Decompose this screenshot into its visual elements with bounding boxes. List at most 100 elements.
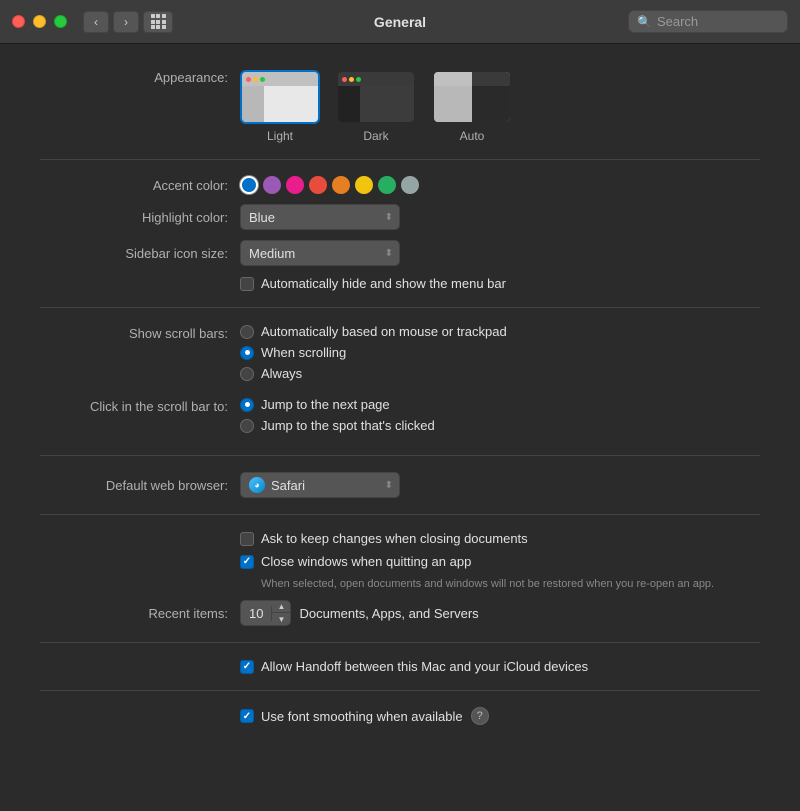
default-browser-label: Default web browser: [40, 478, 240, 493]
close-button[interactable] [12, 15, 25, 28]
ask-keep-changes-text: Ask to keep changes when closing documen… [261, 531, 528, 546]
default-browser-value: Safari [271, 478, 305, 493]
close-windows-checkbox[interactable] [240, 555, 254, 569]
search-input[interactable] [657, 14, 779, 29]
click-scroll-bar-row: Click in the scroll bar to: Jump to the … [40, 397, 760, 439]
nav-buttons: ‹ › [83, 11, 139, 33]
scroll-auto-label: Automatically based on mouse or trackpad [261, 324, 507, 339]
accent-orange[interactable] [332, 176, 350, 194]
scroll-auto-radio[interactable] [240, 325, 254, 339]
maximize-button[interactable] [54, 15, 67, 28]
main-content: Appearance: [0, 44, 800, 811]
help-button[interactable]: ? [471, 707, 489, 725]
appearance-options: Light Dark [240, 70, 512, 143]
menu-bar-row: Automatically hide and show the menu bar [40, 276, 760, 291]
grid-button[interactable] [143, 11, 173, 33]
accent-purple[interactable] [263, 176, 281, 194]
appearance-label-light: Light [267, 129, 293, 143]
scroll-always-label: Always [261, 366, 302, 381]
handoff-checkbox[interactable] [240, 660, 254, 674]
ask-keep-changes-checkbox[interactable] [240, 532, 254, 546]
divider-4 [40, 514, 760, 515]
font-smoothing-row: Use font smoothing when available ? [240, 707, 760, 725]
click-spot-radio[interactable] [240, 419, 254, 433]
scroll-always-row: Always [240, 366, 507, 381]
accent-color-row: Accent color: [40, 176, 760, 194]
click-next-page-radio[interactable] [240, 398, 254, 412]
highlight-color-content: Blue ⬍ [240, 204, 760, 230]
sidebar-icon-size-value: Medium [249, 246, 295, 261]
default-browser-row: Default web browser: ◕ Safari ⬍ [40, 472, 760, 498]
minimize-button[interactable] [33, 15, 46, 28]
accent-gray[interactable] [401, 176, 419, 194]
stepper-down[interactable]: ▼ [272, 613, 290, 626]
dropdown-arrow-icon2: ⬍ [385, 248, 393, 259]
scroll-bars-options: Automatically based on mouse or trackpad… [240, 324, 507, 387]
documents-note: When selected, open documents and window… [261, 577, 760, 592]
highlight-color-label: Highlight color: [40, 210, 240, 225]
click-scroll-options: Jump to the next page Jump to the spot t… [240, 397, 435, 439]
accent-pink[interactable] [286, 176, 304, 194]
traffic-lights [12, 15, 67, 28]
appearance-option-light[interactable]: Light [240, 70, 320, 143]
recent-items-stepper[interactable]: 10 ▲ ▼ [240, 600, 291, 626]
highlight-color-value: Blue [249, 210, 275, 225]
recent-items-content: 10 ▲ ▼ Documents, Apps, and Servers [240, 600, 760, 626]
show-scroll-bars-label: Show scroll bars: [40, 324, 240, 341]
default-browser-content: ◕ Safari ⬍ [240, 472, 760, 498]
appearance-label: Appearance: [40, 70, 240, 85]
show-scroll-bars-row: Show scroll bars: Automatically based on… [40, 324, 760, 387]
close-windows-row: Close windows when quitting an app [240, 554, 760, 569]
sidebar-icon-size-label: Sidebar icon size: [40, 246, 240, 261]
accent-blue[interactable] [240, 176, 258, 194]
click-scroll-bar-label: Click in the scroll bar to: [40, 397, 240, 414]
divider-3 [40, 455, 760, 456]
sidebar-icon-size-dropdown[interactable]: Medium ⬍ [240, 240, 400, 266]
appearance-option-dark[interactable]: Dark [336, 70, 416, 143]
scroll-scrolling-radio[interactable] [240, 346, 254, 360]
accent-color-label: Accent color: [40, 178, 240, 193]
scroll-scrolling-row: When scrolling [240, 345, 507, 360]
handoff-text: Allow Handoff between this Mac and your … [261, 659, 588, 674]
safari-icon: ◕ [249, 477, 265, 493]
titlebar: ‹ › General 🔍 [0, 0, 800, 44]
stepper-up[interactable]: ▲ [272, 600, 290, 613]
scroll-always-radio[interactable] [240, 367, 254, 381]
divider-1 [40, 159, 760, 160]
highlight-color-dropdown[interactable]: Blue ⬍ [240, 204, 400, 230]
handoff-row: Allow Handoff between this Mac and your … [240, 659, 760, 674]
font-smoothing-section: Use font smoothing when available ? [240, 707, 760, 725]
font-smoothing-checkbox[interactable] [240, 709, 254, 723]
appearance-thumbnail-dark[interactable] [336, 70, 416, 124]
back-button[interactable]: ‹ [83, 11, 109, 33]
accent-red[interactable] [309, 176, 327, 194]
scroll-scrolling-label: When scrolling [261, 345, 346, 360]
appearance-thumbnail-light[interactable] [240, 70, 320, 124]
divider-5 [40, 642, 760, 643]
accent-green[interactable] [378, 176, 396, 194]
divider-2 [40, 307, 760, 308]
default-browser-dropdown[interactable]: ◕ Safari ⬍ [240, 472, 400, 498]
click-spot-row: Jump to the spot that's clicked [240, 418, 435, 433]
appearance-label-auto: Auto [460, 129, 485, 143]
search-bar[interactable]: 🔍 [628, 10, 788, 33]
scroll-auto-row: Automatically based on mouse or trackpad [240, 324, 507, 339]
accent-yellow[interactable] [355, 176, 373, 194]
appearance-thumbnail-auto[interactable] [432, 70, 512, 124]
recent-items-row: Recent items: 10 ▲ ▼ Documents, Apps, an… [40, 600, 760, 626]
recent-items-value: 10 [241, 606, 272, 621]
divider-6 [40, 690, 760, 691]
menu-bar-checkbox[interactable] [240, 277, 254, 291]
appearance-row: Appearance: [40, 70, 760, 143]
highlight-color-row: Highlight color: Blue ⬍ [40, 204, 760, 230]
dropdown-arrow-icon3: ⬍ [385, 480, 393, 491]
dropdown-arrow-icon: ⬍ [385, 212, 393, 223]
search-icon: 🔍 [637, 15, 652, 29]
window-title: General [374, 14, 426, 30]
ask-keep-changes-row: Ask to keep changes when closing documen… [240, 531, 760, 546]
appearance-option-auto[interactable]: Auto [432, 70, 512, 143]
forward-button[interactable]: › [113, 11, 139, 33]
menu-bar-content: Automatically hide and show the menu bar [240, 276, 760, 291]
sidebar-icon-size-content: Medium ⬍ [240, 240, 760, 266]
click-spot-label: Jump to the spot that's clicked [261, 418, 435, 433]
